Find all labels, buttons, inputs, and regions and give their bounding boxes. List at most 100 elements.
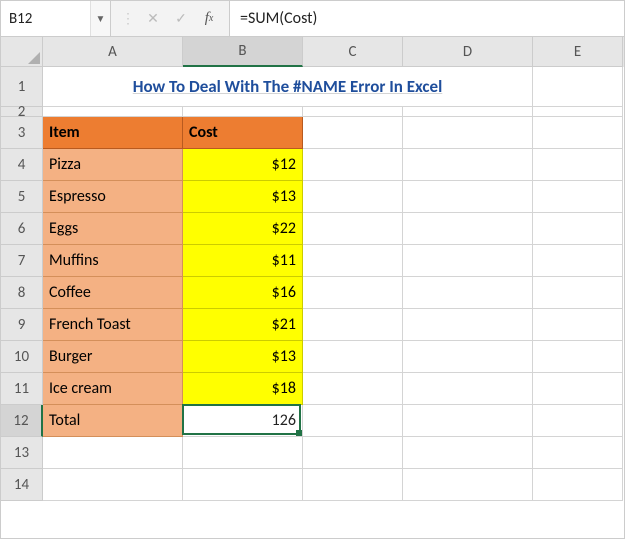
cell[interactable] [183, 469, 303, 501]
title-cell[interactable]: How To Deal With The #NAME Error In Exce… [43, 67, 533, 107]
cell-item[interactable]: Muffins [43, 245, 183, 277]
cell[interactable] [303, 107, 403, 117]
row-header-9[interactable]: 9 [1, 309, 43, 341]
row-header-14[interactable]: 14 [1, 469, 43, 501]
col-header-C[interactable]: C [303, 37, 403, 67]
cell-cost[interactable]: $21 [183, 309, 303, 341]
fx-icon[interactable]: fx [195, 1, 223, 36]
cell-item[interactable]: Burger [43, 341, 183, 373]
row-header-13[interactable]: 13 [1, 437, 43, 469]
cell[interactable] [533, 213, 623, 245]
cell[interactable] [303, 373, 403, 405]
cell[interactable] [403, 213, 533, 245]
row-header-2[interactable]: 2 [1, 107, 43, 117]
row-header-3[interactable]: 3 [1, 117, 43, 149]
cell[interactable] [43, 107, 183, 117]
cancel-icon[interactable]: ✕ [139, 1, 167, 36]
cell[interactable] [303, 245, 403, 277]
cell[interactable] [303, 469, 403, 501]
row-header-6[interactable]: 6 [1, 213, 43, 245]
cell-item[interactable]: Espresso [43, 181, 183, 213]
cell[interactable] [533, 67, 623, 107]
cell[interactable] [403, 341, 533, 373]
cell-item[interactable]: French Toast [43, 309, 183, 341]
cell-item[interactable]: Coffee [43, 277, 183, 309]
cell[interactable] [403, 277, 533, 309]
cell[interactable] [533, 309, 623, 341]
row-header-5[interactable]: 5 [1, 181, 43, 213]
cell[interactable] [303, 341, 403, 373]
cell-cost[interactable]: $12 [183, 149, 303, 181]
cell[interactable] [533, 181, 623, 213]
cell[interactable] [533, 107, 623, 117]
row-header-7[interactable]: 7 [1, 245, 43, 277]
cell[interactable] [403, 181, 533, 213]
cell[interactable] [303, 213, 403, 245]
cell[interactable] [533, 405, 623, 437]
name-box-dropdown-icon[interactable]: ▼ [90, 1, 110, 36]
header-item[interactable]: Item [43, 117, 183, 149]
cell-total-value[interactable]: 126 [183, 405, 303, 437]
cell-item[interactable]: Ice cream [43, 373, 183, 405]
cell[interactable] [303, 309, 403, 341]
cell[interactable] [43, 469, 183, 501]
cell[interactable] [533, 437, 623, 469]
cell[interactable] [533, 341, 623, 373]
cell[interactable] [403, 107, 533, 117]
cell[interactable] [403, 405, 533, 437]
cell[interactable] [533, 245, 623, 277]
table-row: 9 French Toast $21 [1, 309, 624, 341]
row-header-12[interactable]: 12 [1, 405, 43, 437]
cell-cost[interactable]: $18 [183, 373, 303, 405]
cell[interactable] [303, 405, 403, 437]
col-header-E[interactable]: E [533, 37, 623, 67]
cell-item[interactable]: Pizza [43, 149, 183, 181]
cell[interactable] [533, 149, 623, 181]
spreadsheet-grid[interactable]: A B C D E 1 How To Deal With The #NAME E… [1, 37, 624, 538]
cell-cost[interactable]: $22 [183, 213, 303, 245]
separator: ⋮ [117, 10, 139, 27]
cell[interactable] [303, 437, 403, 469]
cell[interactable] [303, 277, 403, 309]
select-all-corner[interactable] [1, 37, 43, 67]
row-header-10[interactable]: 10 [1, 341, 43, 373]
cell[interactable] [303, 149, 403, 181]
cell[interactable] [533, 117, 623, 149]
row-header-4[interactable]: 4 [1, 149, 43, 181]
formula-controls: ⋮ ✕ ✓ fx [111, 1, 230, 36]
cell-cost[interactable]: $13 [183, 181, 303, 213]
row-header-11[interactable]: 11 [1, 373, 43, 405]
cell[interactable] [403, 469, 533, 501]
table-row: 4 Pizza $12 [1, 149, 624, 181]
name-box-value[interactable]: B12 [1, 1, 90, 36]
name-box[interactable]: B12 ▼ [1, 1, 111, 36]
cell[interactable] [403, 117, 533, 149]
cell-cost[interactable]: $11 [183, 245, 303, 277]
cell-cost[interactable]: $16 [183, 277, 303, 309]
cell-total-label[interactable]: Total [43, 405, 183, 437]
col-header-B[interactable]: B [183, 37, 303, 67]
table-row: 7 Muffins $11 [1, 245, 624, 277]
header-cost[interactable]: Cost [183, 117, 303, 149]
cell[interactable] [183, 107, 303, 117]
cell[interactable] [303, 117, 403, 149]
cell-cost[interactable]: $13 [183, 341, 303, 373]
cell[interactable] [43, 437, 183, 469]
row-header-8[interactable]: 8 [1, 277, 43, 309]
row-header-1[interactable]: 1 [1, 67, 43, 107]
cell[interactable] [403, 309, 533, 341]
cell[interactable] [403, 149, 533, 181]
cell[interactable] [303, 181, 403, 213]
cell[interactable] [403, 437, 533, 469]
cell[interactable] [183, 437, 303, 469]
formula-input[interactable]: =SUM(Cost) [230, 1, 624, 36]
cell[interactable] [403, 373, 533, 405]
cell[interactable] [533, 373, 623, 405]
col-header-D[interactable]: D [403, 37, 533, 67]
cell[interactable] [533, 469, 623, 501]
cell[interactable] [403, 245, 533, 277]
col-header-A[interactable]: A [43, 37, 183, 67]
cell-item[interactable]: Eggs [43, 213, 183, 245]
accept-icon[interactable]: ✓ [167, 1, 195, 36]
cell[interactable] [533, 277, 623, 309]
